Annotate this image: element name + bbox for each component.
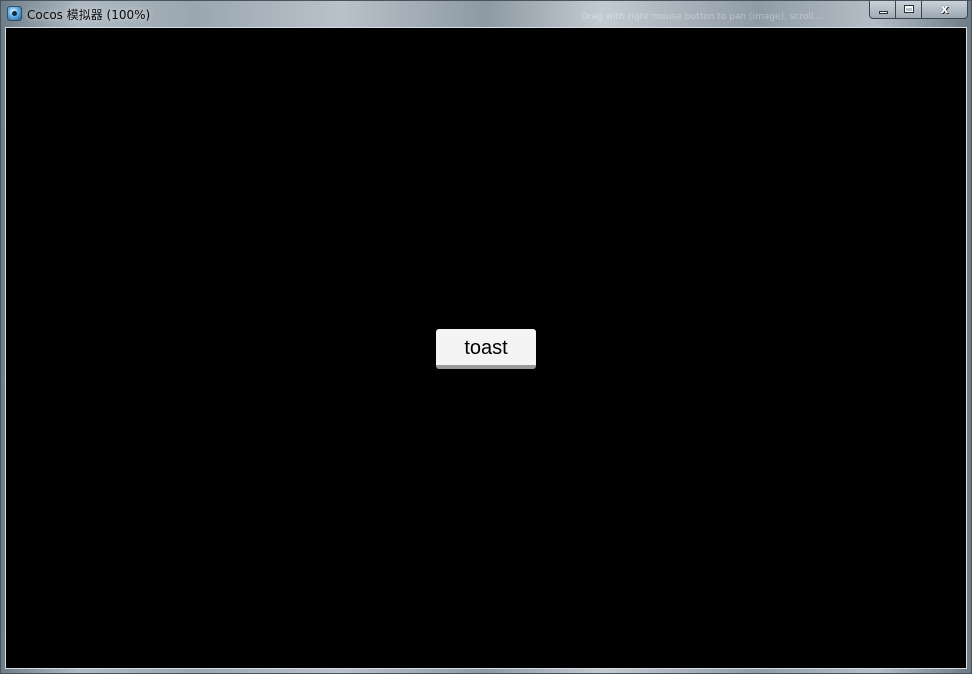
- simulator-window: Cocos 模拟器 (100%) Drag with right mouse b…: [0, 0, 972, 674]
- window-controls: x: [869, 1, 968, 20]
- maximize-icon: [904, 5, 914, 13]
- title-bar[interactable]: Cocos 模拟器 (100%) Drag with right mouse b…: [1, 1, 971, 27]
- toast-button[interactable]: toast: [436, 329, 536, 369]
- maximize-button[interactable]: [896, 1, 922, 19]
- window-title: Cocos 模拟器 (100%): [27, 8, 151, 22]
- minimize-icon: [879, 11, 888, 14]
- minimize-button[interactable]: [869, 1, 896, 19]
- cocos-app-icon: [7, 6, 22, 21]
- game-canvas[interactable]: toast: [5, 27, 967, 669]
- close-button[interactable]: x: [922, 1, 968, 19]
- close-icon: x: [940, 2, 949, 16]
- title-hint-text: Drag with right mouse button to pan (ima…: [581, 12, 822, 22]
